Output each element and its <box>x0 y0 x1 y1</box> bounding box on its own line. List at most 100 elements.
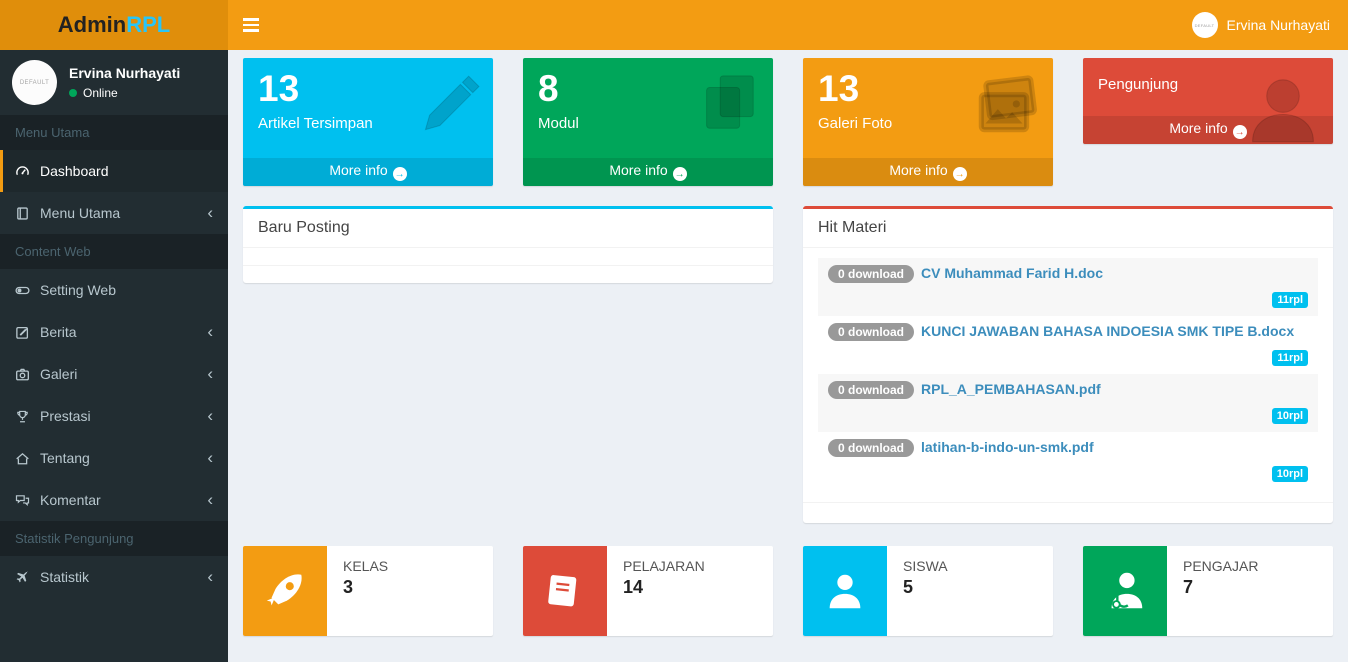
galeri-label: Galeri Foto <box>818 115 1038 132</box>
more-info-link-artikel[interactable]: More info→ <box>243 158 493 187</box>
kelas-label: KELAS <box>343 558 388 574</box>
sidebar-item-berita[interactable]: Berita ‹ <box>0 311 228 353</box>
edit-icon <box>15 325 30 340</box>
chevron-left-icon: ‹ <box>207 495 213 505</box>
list-item: 0 download KUNCI JAWABAN BAHASA INDOESIA … <box>818 316 1318 374</box>
info-box-pengajar: PENGAJAR 7 <box>1083 546 1333 636</box>
chevron-left-icon: ‹ <box>207 369 213 379</box>
chevron-left-icon: ‹ <box>207 327 213 337</box>
arrow-circle-right-icon: → <box>393 167 407 181</box>
dashboard-icon <box>15 164 30 179</box>
hamburger-icon <box>243 18 259 21</box>
download-count-badge: 0 download <box>828 323 914 341</box>
sidebar-item-tentang[interactable]: Tentang ‹ <box>0 437 228 479</box>
arrow-circle-right-icon: → <box>1233 125 1247 139</box>
arrow-circle-right-icon: → <box>673 167 687 181</box>
sidebar: DEFAULT Ervina Nurhayati Online Menu Uta… <box>0 50 228 662</box>
file-link[interactable]: latihan-b-indo-un-smk.pdf <box>921 439 1094 455</box>
class-badge: 11rpl <box>1272 292 1308 308</box>
plane-icon <box>15 570 30 585</box>
empty-list-row <box>243 265 773 283</box>
hit-materi-list: 0 downloadCV Muhammad Farid H.doc 11rpl … <box>803 248 1333 502</box>
sidebar-item-menu-utama[interactable]: Menu Utama ‹ <box>0 192 228 234</box>
navbar-body: DEFAULT Ervina Nurhayati <box>228 0 1348 50</box>
top-navbar: AdminRPL DEFAULT Ervina Nurhayati <box>0 0 1348 50</box>
small-boxes-row: 13 Artikel Tersimpan More info→ 8 Modul … <box>243 58 1333 186</box>
info-boxes-row: KELAS 3 PELAJARAN 14 SISWA 5 <box>243 546 1333 636</box>
arrow-circle-right-icon: → <box>953 167 967 181</box>
chevron-left-icon: ‹ <box>207 572 213 582</box>
small-box-pengunjung: Pengunjung More info→ <box>1083 58 1333 144</box>
small-box-artikel: 13 Artikel Tersimpan More info→ <box>243 58 493 186</box>
file-link[interactable]: KUNCI JAWABAN BAHASA INDOESIA SMK TIPE B… <box>921 323 1294 339</box>
sidebar-header-content-web: Content Web <box>0 234 228 269</box>
online-dot-icon <box>69 89 77 97</box>
content-wrapper: Selamat Datang diHalaman Administrator 2… <box>228 0 1348 636</box>
logo-text-admin: Admin <box>58 12 126 38</box>
more-info-link-modul[interactable]: More info→ <box>523 158 773 187</box>
info-box-kelas: KELAS 3 <box>243 546 493 636</box>
list-item: 0 download CV Muhammad Farid H.doc 11rpl <box>818 258 1318 316</box>
list-item: 0 download RPL_A_PEMBAHASAN.pdf 10rpl <box>818 374 1318 432</box>
rocket-icon <box>243 546 327 636</box>
file-link[interactable]: CV Muhammad Farid H.doc <box>921 265 1103 281</box>
sidebar-item-dashboard[interactable]: Dashboard <box>0 150 228 192</box>
sidebar-toggle-button[interactable] <box>228 0 273 50</box>
info-box-siswa: SISWA 5 <box>803 546 1053 636</box>
modul-label: Modul <box>538 115 758 132</box>
avatar: DEFAULT <box>12 60 57 105</box>
sidebar-item-galeri[interactable]: Galeri ‹ <box>0 353 228 395</box>
more-info-link-galeri[interactable]: More info→ <box>803 158 1053 187</box>
book-icon <box>523 546 607 636</box>
camera-icon <box>15 367 30 382</box>
chevron-left-icon: ‹ <box>207 453 213 463</box>
sidebar-item-prestasi[interactable]: Prestasi ‹ <box>0 395 228 437</box>
small-box-galeri: 13 Galeri Foto More info→ <box>803 58 1053 186</box>
user-menu[interactable]: DEFAULT Ervina Nurhayati <box>1174 0 1348 50</box>
empty-list-row <box>243 247 773 265</box>
artikel-count: 13 <box>258 68 478 111</box>
avatar: DEFAULT <box>1192 12 1218 38</box>
toggle-icon <box>15 283 30 298</box>
galeri-count: 13 <box>818 68 1038 111</box>
download-count-badge: 0 download <box>828 439 914 457</box>
user-icon <box>803 546 887 636</box>
sidebar-header-menu-utama: Menu Utama <box>0 115 228 150</box>
siswa-label: SISWA <box>903 558 948 574</box>
sidebar-item-komentar[interactable]: Komentar ‹ <box>0 479 228 521</box>
chevron-left-icon: ‹ <box>207 208 213 218</box>
sidebar-user-name: Ervina Nurhayati <box>69 65 180 81</box>
sidebar-item-statistik[interactable]: Statistik ‹ <box>0 556 228 598</box>
online-status[interactable]: Online <box>69 86 180 100</box>
pengajar-count: 7 <box>1183 577 1258 598</box>
navbar-user-name: Ervina Nurhayati <box>1227 17 1331 33</box>
list-item: 0 download latihan-b-indo-un-smk.pdf 10rp… <box>818 432 1318 490</box>
pengajar-label: PENGAJAR <box>1183 558 1258 574</box>
comments-icon <box>15 493 30 508</box>
more-info-link-pengunjung[interactable]: More info→ <box>1083 116 1333 145</box>
download-count-badge: 0 download <box>828 381 914 399</box>
pelajaran-label: PELAJARAN <box>623 558 705 574</box>
artikel-label: Artikel Tersimpan <box>258 115 478 132</box>
info-box-pelajaran: PELAJARAN 14 <box>523 546 773 636</box>
panel-hit-materi: Hit Materi 0 download CV Muhammad Farid H… <box>803 206 1333 523</box>
chevron-left-icon: ‹ <box>207 411 213 421</box>
sidebar-item-setting-web[interactable]: Setting Web <box>0 269 228 311</box>
pelajaran-count: 14 <box>623 577 705 598</box>
panel-title-hit-materi: Hit Materi <box>803 209 1333 247</box>
download-count-badge: 0 download <box>828 265 914 283</box>
home-icon <box>15 451 30 466</box>
app-logo[interactable]: AdminRPL <box>0 0 228 50</box>
book-icon <box>15 206 30 221</box>
small-box-modul: 8 Modul More info→ <box>523 58 773 186</box>
pengunjung-label: Pengunjung <box>1098 76 1318 93</box>
sidebar-header-statistik-pengunjung: Statistik Pengunjung <box>0 521 228 556</box>
sidebar-menu: Menu Utama Dashboard Menu Utama ‹ Conten… <box>0 115 228 598</box>
class-badge: 10rpl <box>1272 466 1308 482</box>
doctor-icon <box>1083 546 1167 636</box>
siswa-count: 5 <box>903 577 948 598</box>
file-link[interactable]: RPL_A_PEMBAHASAN.pdf <box>921 381 1101 397</box>
panel-baru-posting: Baru Posting <box>243 206 773 283</box>
class-badge: 10rpl <box>1272 408 1308 424</box>
panels-row: Baru Posting Hit Materi 0 download CV Muh… <box>243 206 1333 523</box>
